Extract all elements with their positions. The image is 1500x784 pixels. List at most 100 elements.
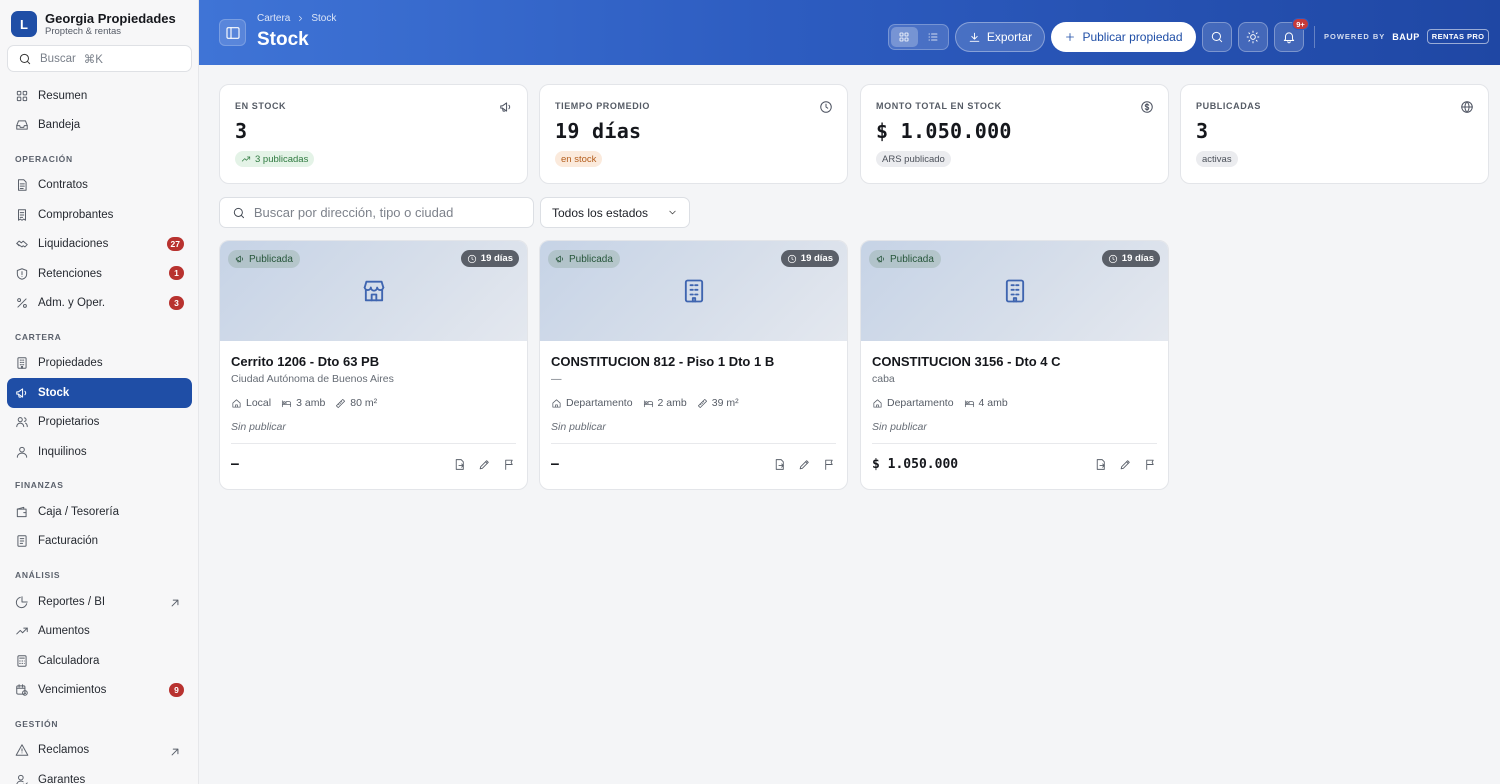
property-type-text: Local [246,397,272,409]
sidebar-item-garantes[interactable]: Garantes [7,765,192,784]
sidebar-search-input[interactable]: Buscar ⌘K [7,45,192,72]
flag-icon [1146,459,1154,470]
property-rooms: 4 amb [964,397,1008,409]
wallet-icon [16,506,27,518]
sidebar-item-propiedades[interactable]: Propiedades [7,349,192,378]
sidebar-item-label: Bandeja [38,119,81,132]
property-type: Departamento [551,397,633,409]
edit-action-button[interactable] [1119,458,1132,471]
sidebar-item-propietarios[interactable]: Propietarios [7,408,192,437]
flag-icon [825,459,833,470]
property-title[interactable]: Cerrito 1206 - Dto 63 PB [231,354,516,369]
powered-by-tier-badge: RENTAS PRO [1426,29,1490,44]
search-icon [1211,31,1223,43]
home-icon [873,398,882,408]
publish-action-button[interactable] [773,458,786,471]
search-button[interactable] [1202,22,1232,52]
page-title: Stock [257,29,309,50]
sidebar-item-aumentos[interactable]: Aumentos [7,616,192,645]
kpi-pill-text: activas [1202,153,1232,165]
theme-toggle-button[interactable] [1238,22,1268,52]
property-meta: Local 3 amb 80 m² [231,397,516,409]
sidebar-item-contratos[interactable]: Contratos [7,171,192,200]
brand-name: Georgia Propiedades [45,10,176,26]
grid-icon [16,90,28,101]
pencil-icon [479,459,489,469]
publish-action-button[interactable] [453,458,466,471]
property-title[interactable]: CONSTITUCION 812 - Piso 1 Dto 1 B [551,354,836,369]
clock-icon [1108,254,1117,263]
sidebar-item-calculadora[interactable]: Calculadora [7,646,192,675]
sun-icon [1246,30,1260,44]
sidebar-item-reclamos[interactable]: Reclamos [7,736,192,765]
notifications-badge: 9+ [1292,18,1309,30]
sidebar-item-inquilinos[interactable]: Inquilinos [7,437,192,466]
sidebar-item-label: Retenciones [38,267,102,280]
notifications-button[interactable]: 9+ [1274,18,1309,52]
sidebar-item-resumen[interactable]: Resumen [7,81,192,110]
status-badge-text: Publicada [890,253,934,265]
report-action-button[interactable] [503,458,516,471]
sidebar-item-adm-y-oper[interactable]: Adm. y Oper. 3 [7,288,192,317]
export-button[interactable]: Exportar [955,22,1045,52]
report-action-button[interactable] [823,458,836,471]
kpi-pill: en stock [555,151,603,167]
edit-action-button[interactable] [798,458,811,471]
days-badge-text: 19 días [1121,253,1154,264]
sidebar-item-caja-tesoreria[interactable]: Caja / Tesorería [7,497,192,526]
stock-search-input[interactable] [253,205,521,220]
user-icon [16,446,28,458]
sidebar-item-label: Caja / Tesorería [38,505,119,518]
list-view-button[interactable] [920,27,947,47]
sidebar-section-title: ANÁLISIS [15,570,61,581]
property-image: Publicada 19 días [220,241,527,341]
sidebar-item-bandeja[interactable]: Bandeja [7,110,192,139]
brand[interactable]: L Georgia Propiedades Proptech & rentas [11,11,176,37]
external-link-icon [171,748,179,756]
kpi-label: MONTO TOTAL EN STOCK [876,101,1002,111]
sidebar-item-stock[interactable]: Stock [7,378,192,408]
bell-icon [1283,32,1295,44]
sidebar-search-shortcut: ⌘K [83,53,103,66]
megaphone-icon [500,102,511,112]
status-badge: Publicada [228,250,300,268]
ruler-icon [697,398,707,408]
kpi-icon [1460,100,1474,114]
sidebar-item-retenciones[interactable]: Retenciones 1 [7,259,192,288]
file-export-icon [455,458,464,470]
publish-property-button[interactable]: Publicar propiedad [1051,22,1196,52]
sidebar-item-badge: 1 [169,266,184,281]
days-badge: 19 días [1101,250,1160,267]
stock-search-field[interactable] [219,197,534,228]
kpi-pill: 3 publicadas [235,151,315,167]
export-label: Exportar [986,30,1033,44]
property-card[interactable]: Publicada 19 días CONSTITUCION 3156 - Dto … [860,240,1169,490]
edit-action-button[interactable] [478,458,491,471]
sidebar-item-comprobantes[interactable]: Comprobantes [7,200,192,229]
ruler-icon [336,398,346,408]
grid-view-button[interactable] [891,27,918,47]
clock-icon [820,101,832,113]
property-rooms-text: 4 amb [978,397,1008,409]
publish-action-button[interactable] [1094,458,1107,471]
file-export-icon [1096,458,1105,470]
property-card[interactable]: Publicada 19 días Cerrito 1206 - Dto 63 PB… [219,240,528,490]
breadcrumb-item-cartera[interactable]: Cartera [257,13,290,24]
property-area: 39 m² [697,397,739,409]
sidebar-item-vencimientos[interactable]: Vencimientos 9 [7,675,192,704]
status-badge-text: Publicada [249,253,293,265]
property-card[interactable]: Publicada 19 días CONSTITUCION 812 - Piso … [539,240,848,490]
sidebar-toggle-icon [225,26,240,39]
sidebar-item-facturacion[interactable]: Facturación [7,527,192,556]
property-actions [453,458,516,471]
property-title[interactable]: CONSTITUCION 3156 - Dto 4 C [872,354,1157,369]
sidebar-toggle-button[interactable] [219,19,246,46]
report-action-button[interactable] [1144,458,1157,471]
state-filter-select[interactable]: Todos los estados [540,197,690,228]
sidebar-item-reportes-bi[interactable]: Reportes / BI [7,587,192,616]
property-area-text: 39 m² [711,397,739,409]
sidebar-item-liquidaciones[interactable]: Liquidaciones 27 [7,230,192,259]
property-city: caba [872,373,895,385]
property-area: 80 m² [335,397,377,409]
property-rooms: 3 amb [281,397,325,409]
